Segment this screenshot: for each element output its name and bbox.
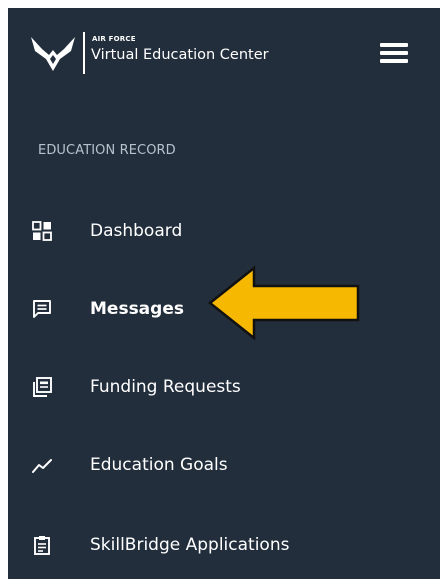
sidebar-item-label: Funding Requests — [90, 377, 241, 397]
sidebar-item-label: Dashboard — [90, 221, 183, 241]
message-icon — [33, 300, 51, 318]
dashboard-grid-icon — [32, 221, 52, 241]
logo-divider — [83, 32, 85, 74]
sidebar-item-dashboard[interactable]: Dashboard — [8, 206, 440, 256]
sidebar-item-funding-requests[interactable]: Funding Requests — [8, 362, 440, 412]
document-stack-icon — [33, 377, 52, 397]
sidebar-item-skillbridge-applications[interactable]: SkillBridge Applications — [8, 520, 440, 570]
clipboard-icon — [34, 536, 50, 555]
trend-line-icon — [32, 459, 52, 473]
sidebar-item-label: Education Goals — [90, 455, 228, 475]
air-force-wing-icon — [31, 37, 75, 71]
brand-subtitle: AIR FORCE — [92, 35, 136, 43]
brand-title: Virtual Education Center — [91, 47, 269, 63]
section-heading: EDUCATION RECORD — [38, 143, 176, 158]
sidebar-item-label: Messages — [90, 299, 184, 319]
menu-toggle-button[interactable] — [378, 42, 412, 64]
sidebar-item-label: SkillBridge Applications — [90, 535, 290, 555]
callout-arrow-icon — [207, 265, 360, 341]
sidebar-item-education-goals[interactable]: Education Goals — [8, 440, 440, 490]
